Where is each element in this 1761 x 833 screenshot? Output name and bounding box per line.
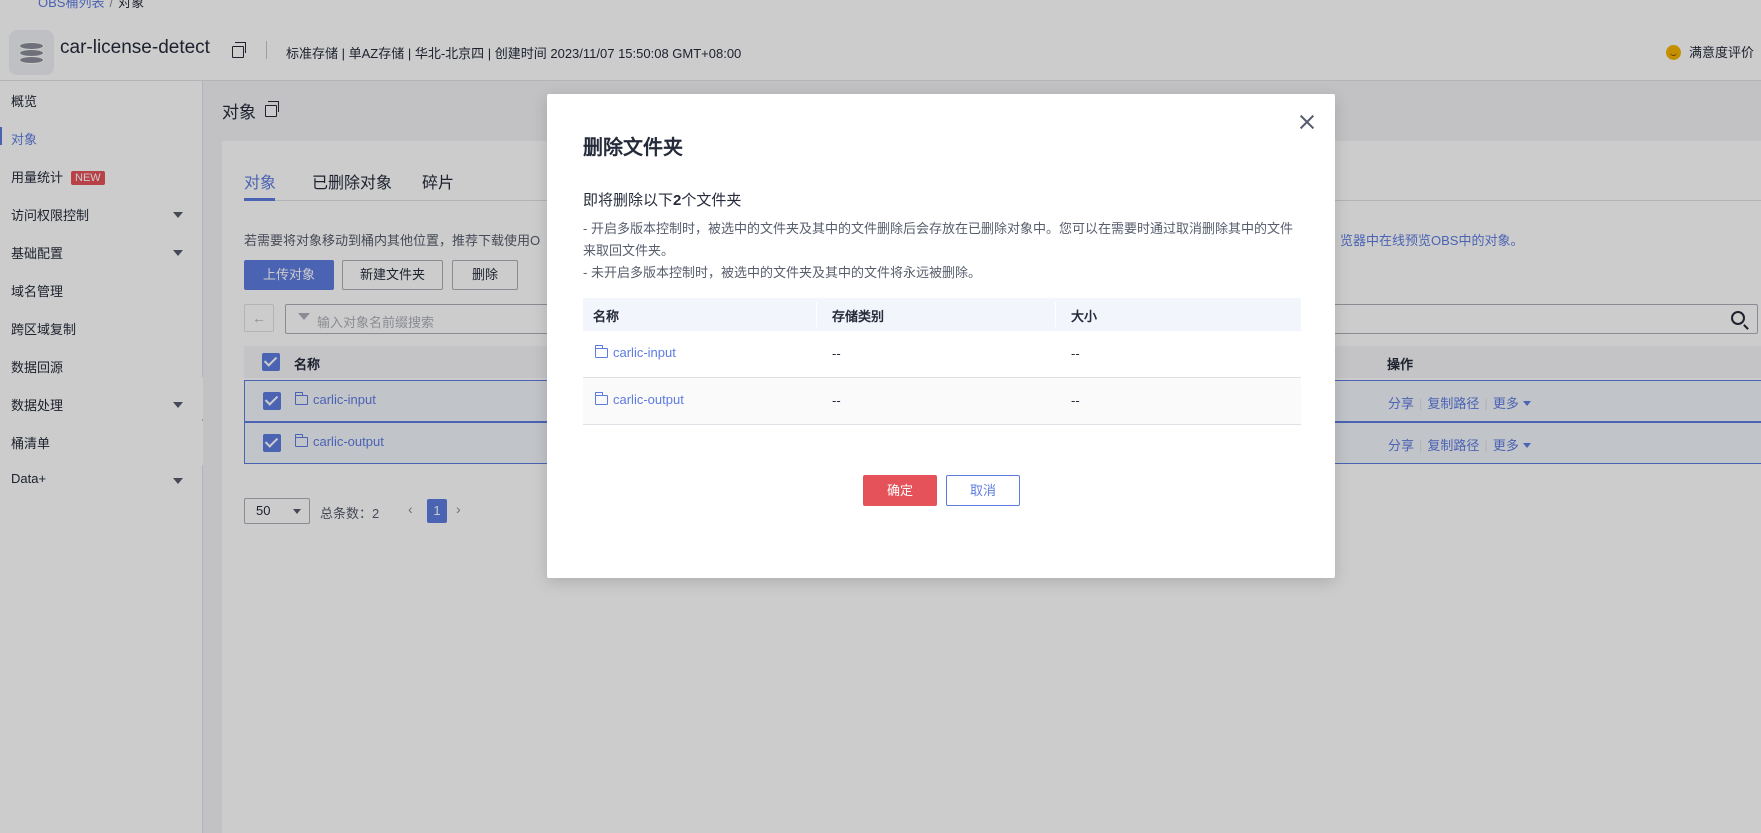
dialog-folder-link[interactable]: carlic-output (594, 392, 684, 407)
note-versioning-off: - 未开启多版本控制时，被选中的文件夹及其中的文件将永远被删除。 (583, 265, 981, 280)
dialog-folder-name: carlic-input (613, 345, 676, 360)
folder-icon (594, 345, 608, 358)
intro-prefix: 即将删除以下 (583, 192, 674, 209)
dialog-table: 名称 存储类别 大小 carlic-input -- -- carlic-out… (583, 298, 1301, 425)
dialog-col-name: 名称 (593, 309, 620, 324)
dialog-table-row: carlic-output -- -- (583, 378, 1301, 425)
dialog-table-row: carlic-input -- -- (583, 331, 1301, 378)
dialog-notes: - 开启多版本控制时，被选中的文件夹及其中的文件删除后会存放在已删除对象中。您可… (583, 218, 1303, 284)
cancel-button[interactable]: 取消 (946, 475, 1020, 506)
dialog-row-storage: -- (832, 393, 841, 408)
column-separator (816, 302, 817, 327)
dialog-table-header: 名称 存储类别 大小 (583, 298, 1301, 331)
dialog-folder-name: carlic-output (613, 392, 684, 407)
intro-suffix: 个文件夹 (681, 192, 742, 209)
dialog-col-size: 大小 (1071, 309, 1098, 324)
dialog-folder-link[interactable]: carlic-input (594, 345, 676, 360)
dialog-row-size: -- (1071, 346, 1080, 361)
delete-folder-dialog: 删除文件夹 即将删除以下2个文件夹 - 开启多版本控制时，被选中的文件夹及其中的… (547, 94, 1335, 578)
column-separator (1055, 302, 1056, 327)
close-icon[interactable] (1299, 114, 1315, 130)
dialog-title: 删除文件夹 (583, 137, 683, 159)
confirm-button[interactable]: 确定 (863, 475, 937, 506)
dialog-row-size: -- (1071, 393, 1080, 408)
dialog-intro: 即将删除以下2个文件夹 (583, 189, 741, 210)
folder-icon (594, 392, 608, 405)
note-versioning-on: - 开启多版本控制时，被选中的文件夹及其中的文件删除后会存放在已删除对象中。您可… (583, 221, 1293, 258)
dialog-col-storage: 存储类别 (832, 309, 885, 324)
dialog-row-storage: -- (832, 346, 841, 361)
